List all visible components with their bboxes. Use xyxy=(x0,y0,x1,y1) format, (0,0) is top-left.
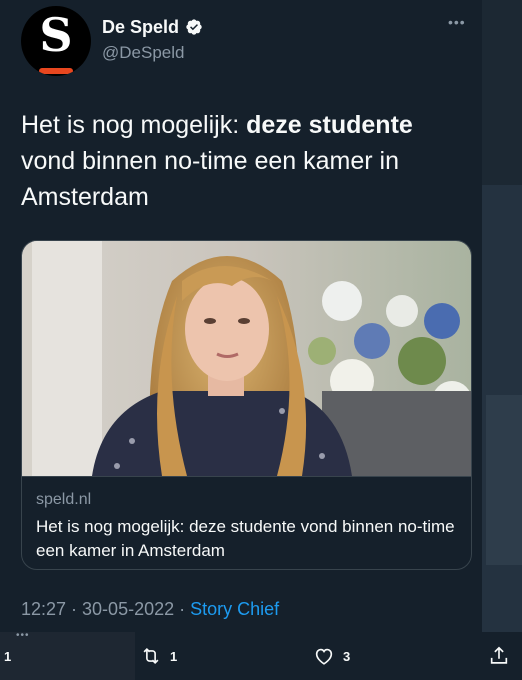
author-handle[interactable]: @DeSpeld xyxy=(102,43,184,63)
tweet-timestamp[interactable]: 12:27 · 30-05-2022 · Story Chief xyxy=(21,599,279,620)
tweet-card[interactable]: S De Speld @DeSpeld ••• Het is nog mogel… xyxy=(0,0,482,632)
tweet-text: Het is nog mogelijk: deze studente vond … xyxy=(21,107,471,215)
tweet-text-suffix: vond binnen no-time een kamer in Amsterd… xyxy=(21,147,400,211)
link-card-meta: speld.nl Het is nog mogelijk: deze stude… xyxy=(22,476,471,569)
link-title: Het is nog mogelijk: deze studente vond … xyxy=(36,517,455,560)
more-options-icon[interactable]: ••• xyxy=(448,14,466,30)
article-photo[interactable] xyxy=(22,241,471,476)
like-action[interactable]: 3 xyxy=(313,632,350,680)
link-card[interactable]: speld.nl Het is nog mogelijk: deze stude… xyxy=(21,240,472,570)
share-action[interactable] xyxy=(488,632,510,680)
tweet-text-bold: deze studente xyxy=(246,111,413,139)
author-row: De Speld xyxy=(102,15,203,39)
heart-icon xyxy=(315,648,333,665)
author-name[interactable]: De Speld xyxy=(102,17,179,38)
action-bar-left-panel: ••• xyxy=(0,630,135,680)
retweet-action[interactable]: 1 xyxy=(140,632,177,680)
background-page xyxy=(480,0,522,680)
small-dots-icon: ••• xyxy=(16,630,30,641)
retweet-icon xyxy=(143,647,159,665)
action-bar: ••• 1 1 3 xyxy=(0,630,522,680)
link-domain: speld.nl xyxy=(36,491,92,508)
avatar-swoosh xyxy=(39,68,73,74)
timestamp-text[interactable]: 12:27 · 30-05-2022 · xyxy=(21,599,190,619)
avatar[interactable]: S xyxy=(21,6,91,76)
reply-action[interactable]: 1 xyxy=(4,632,11,680)
tweet-text-prefix: Het is nog mogelijk: xyxy=(21,111,247,139)
like-count: 3 xyxy=(343,648,351,664)
avatar-letter: S xyxy=(39,8,73,62)
background-image xyxy=(486,395,522,565)
share-icon xyxy=(490,646,508,664)
tweet-source[interactable]: Story Chief xyxy=(190,599,279,619)
verified-badge-icon xyxy=(186,19,202,35)
reply-count: 1 xyxy=(4,648,12,664)
retweet-count: 1 xyxy=(170,648,178,664)
